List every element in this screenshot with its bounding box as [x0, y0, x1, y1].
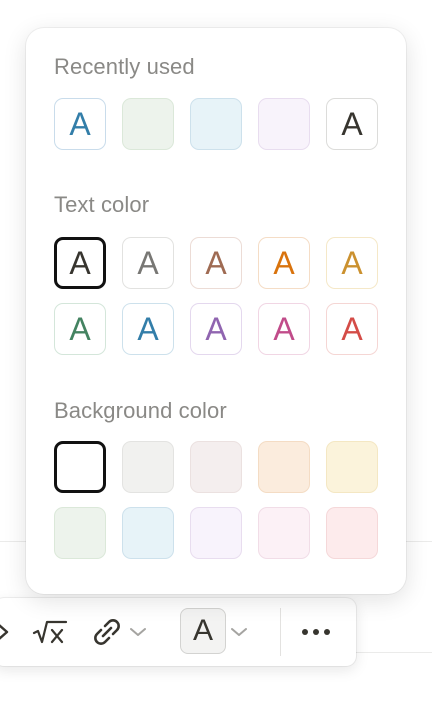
swatch-glyph: A: [205, 245, 227, 281]
swatch-glyph: A: [69, 311, 91, 347]
text-color-swatch-gray[interactable]: A: [122, 237, 174, 289]
more-button[interactable]: [296, 598, 336, 666]
text-color-heading: Text color: [54, 192, 150, 217]
chevron-down-icon[interactable]: [228, 598, 250, 666]
text-color-swatch-brown[interactable]: A: [190, 237, 242, 289]
more-horizontal-icon: [302, 629, 330, 635]
swatch-glyph: A: [137, 245, 159, 281]
text-color-swatch-red[interactable]: A: [326, 303, 378, 355]
background-color-swatch-blue[interactable]: [122, 507, 174, 559]
swatch-glyph: A: [137, 311, 159, 347]
chevron-right-icon[interactable]: [0, 598, 12, 666]
chevron-down-icon[interactable]: [127, 598, 149, 666]
background-color-swatch-orange[interactable]: [258, 441, 310, 493]
link-button[interactable]: [90, 598, 124, 666]
recent-swatch[interactable]: [122, 98, 174, 150]
background-color-swatch-pink[interactable]: [258, 507, 310, 559]
background-color-heading: Background color: [54, 398, 227, 423]
background-color-swatch-brown[interactable]: [190, 441, 242, 493]
text-color-swatch-yellow[interactable]: A: [326, 237, 378, 289]
background-color-swatch-default[interactable]: [54, 441, 106, 493]
text-color-icon: A: [192, 614, 213, 647]
text-color-swatch-default[interactable]: A: [54, 237, 106, 289]
formatting-toolbar: A: [0, 598, 356, 666]
recent-swatch[interactable]: [258, 98, 310, 150]
math-sqrt-icon: [32, 620, 68, 644]
swatch-glyph: A: [69, 106, 91, 142]
background-color-swatch-gray[interactable]: [122, 441, 174, 493]
text-color-swatch-green[interactable]: A: [54, 303, 106, 355]
toolbar-divider: [280, 608, 281, 656]
recent-swatch[interactable]: [190, 98, 242, 150]
background-color-swatch-purple[interactable]: [190, 507, 242, 559]
swatch-glyph: A: [273, 245, 295, 281]
background-color-swatch-red[interactable]: [326, 507, 378, 559]
recent-swatch[interactable]: A: [54, 98, 106, 150]
swatch-glyph: A: [205, 311, 227, 347]
link-icon: [94, 619, 120, 645]
swatch-glyph: A: [341, 311, 363, 347]
swatch-glyph: A: [69, 245, 91, 281]
swatch-glyph: A: [341, 106, 363, 142]
swatch-glyph: A: [273, 311, 295, 347]
text-color-button[interactable]: A: [180, 608, 226, 654]
recently-used-heading: Recently used: [54, 54, 195, 79]
swatch-glyph: A: [341, 245, 363, 281]
background-color-swatch-yellow[interactable]: [326, 441, 378, 493]
text-color-swatch-blue[interactable]: A: [122, 303, 174, 355]
background-color-swatch-green[interactable]: [54, 507, 106, 559]
text-color-swatch-purple[interactable]: A: [190, 303, 242, 355]
math-equation-button[interactable]: [30, 598, 70, 666]
color-picker-popup: Recently used AA Text color AAAAAAAAAA B…: [26, 28, 406, 594]
text-color-swatch-orange[interactable]: A: [258, 237, 310, 289]
text-color-swatch-pink[interactable]: A: [258, 303, 310, 355]
recent-swatch[interactable]: A: [326, 98, 378, 150]
